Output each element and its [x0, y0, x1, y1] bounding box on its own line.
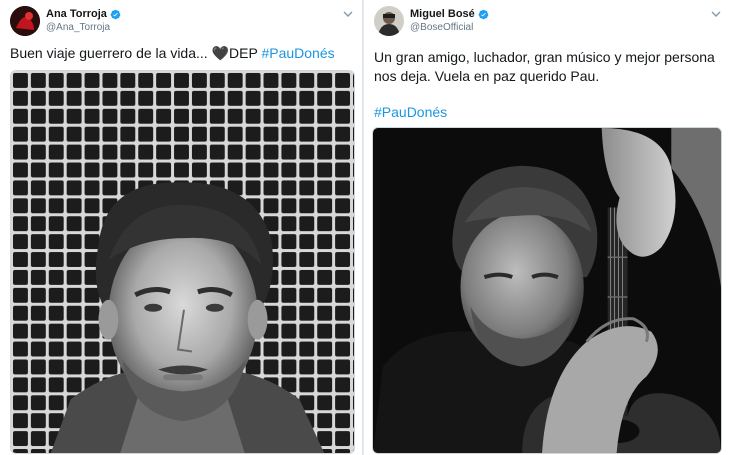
tweet-header: Miguel Bosé @BoseOfficial — [374, 6, 722, 40]
tweet-media-photo[interactable] — [10, 70, 355, 454]
avatar[interactable] — [374, 6, 404, 36]
display-name[interactable]: Ana Torroja — [46, 8, 107, 20]
tweet-hashtag-line: #PauDonés — [374, 103, 720, 122]
tweet-media-photo[interactable] — [372, 127, 722, 454]
verified-badge-icon — [478, 9, 489, 19]
tweet-text: Buen viaje guerrero de la vida... 🖤DEP #… — [10, 44, 352, 63]
avatar-red-icon — [10, 6, 40, 36]
tweet-text: Un gran amigo, luchador, gran músico y m… — [374, 48, 720, 86]
chevron-down-icon[interactable] — [710, 8, 722, 20]
tweet-text-part: DEP — [229, 45, 262, 61]
tweet-text-part: Buen viaje guerrero de la vida... — [10, 45, 212, 61]
portrait-photo-tiled-wall — [11, 71, 354, 453]
tweet-text-line: nos deja. Vuela en paz querido Pau. — [374, 68, 600, 84]
black-heart-icon: 🖤 — [211, 45, 230, 61]
hashtag-link[interactable]: #PauDonés — [374, 104, 447, 120]
hashtag-link[interactable]: #PauDonés — [261, 45, 334, 61]
handle[interactable]: @BoseOfficial — [410, 22, 489, 33]
portrait-photo-guitar — [373, 128, 721, 453]
chevron-down-icon[interactable] — [342, 8, 354, 20]
handle[interactable]: @Ana_Torroja — [46, 22, 121, 33]
tweet-card-miguel-bose[interactable]: Miguel Bosé @BoseOfficial Un gran amigo,… — [364, 0, 730, 455]
display-name[interactable]: Miguel Bosé — [410, 8, 475, 20]
avatar-photo-icon — [374, 6, 404, 36]
tweet-card-ana-torroja[interactable]: Ana Torroja @Ana_Torroja Buen viaje guer… — [0, 0, 363, 455]
tweet-text-line: Un gran amigo, luchador, gran músico y m… — [374, 49, 715, 65]
verified-badge-icon — [110, 9, 121, 19]
tweet-header: Ana Torroja @Ana_Torroja — [10, 6, 354, 40]
avatar[interactable] — [10, 6, 40, 36]
